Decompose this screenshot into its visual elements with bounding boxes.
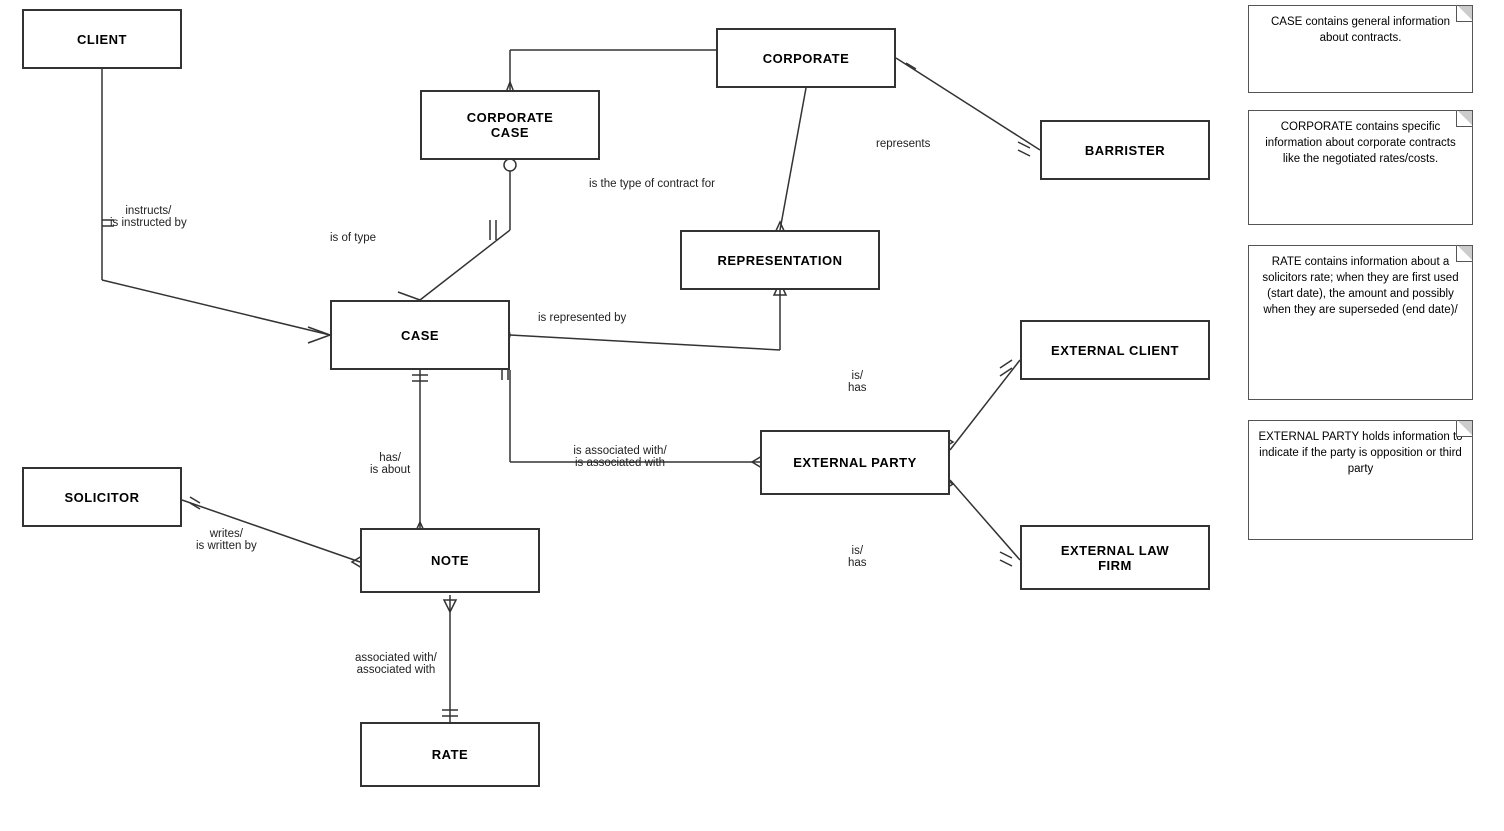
case-note-text: CASE contains general information about … — [1271, 16, 1450, 44]
case-note: CASE contains general information about … — [1248, 5, 1473, 93]
external-law-firm-entity: EXTERNAL LAW FIRM — [1020, 525, 1210, 590]
external-client-entity: EXTERNAL CLIENT — [1020, 320, 1210, 380]
note-label: NOTE — [431, 553, 469, 568]
represents-label: represents — [876, 138, 930, 150]
corporate-case-entity: CORPORATE CASE — [420, 90, 600, 160]
external-party-entity: EXTERNAL PARTY — [760, 430, 950, 495]
case-label: CASE — [401, 328, 439, 343]
rate-entity: RATE — [360, 722, 540, 787]
external-client-label: EXTERNAL CLIENT — [1051, 343, 1179, 358]
instructs-label: instructs/ is instructed by — [110, 205, 187, 229]
is-represented-by-label: is represented by — [538, 312, 626, 324]
corporate-label: CORPORATE — [763, 51, 850, 66]
external-party-note: EXTERNAL PARTY holds information to indi… — [1248, 420, 1473, 540]
corporate-case-label: CORPORATE CASE — [467, 110, 554, 140]
external-party-label: EXTERNAL PARTY — [793, 455, 917, 470]
rate-note-text: RATE contains information about a solici… — [1262, 256, 1458, 316]
has-is-about-label: has/ is about — [370, 452, 410, 476]
is-has-firm-label: is/ has — [848, 545, 867, 569]
rate-note: RATE contains information about a solici… — [1248, 245, 1473, 400]
corporate-entity: CORPORATE — [716, 28, 896, 88]
writes-label: writes/ is written by — [196, 528, 257, 552]
representation-label: REPRESENTATION — [718, 253, 843, 268]
is-associated-with-label: is associated with/ is associated with — [540, 445, 700, 469]
associated-with-label: associated with/ associated with — [355, 652, 437, 676]
representation-entity: REPRESENTATION — [680, 230, 880, 290]
client-entity: CLIENT — [22, 9, 182, 69]
is-of-type-label: is of type — [330, 232, 376, 244]
corporate-note: CORPORATE contains specific information … — [1248, 110, 1473, 225]
case-entity: CASE — [330, 300, 510, 370]
client-label: CLIENT — [77, 32, 127, 47]
corporate-note-text: CORPORATE contains specific information … — [1265, 121, 1456, 165]
note-entity: NOTE — [360, 528, 540, 593]
barrister-label: BARRISTER — [1085, 143, 1165, 158]
is-type-contract-label: is the type of contract for — [572, 178, 732, 190]
external-party-note-text: EXTERNAL PARTY holds information to indi… — [1258, 431, 1462, 475]
external-law-firm-label: EXTERNAL LAW FIRM — [1061, 543, 1169, 573]
barrister-entity: BARRISTER — [1040, 120, 1210, 180]
solicitor-entity: SOLICITOR — [22, 467, 182, 527]
rate-label: RATE — [432, 747, 468, 762]
solicitor-label: SOLICITOR — [64, 490, 139, 505]
is-has-client-label: is/ has — [848, 370, 867, 394]
